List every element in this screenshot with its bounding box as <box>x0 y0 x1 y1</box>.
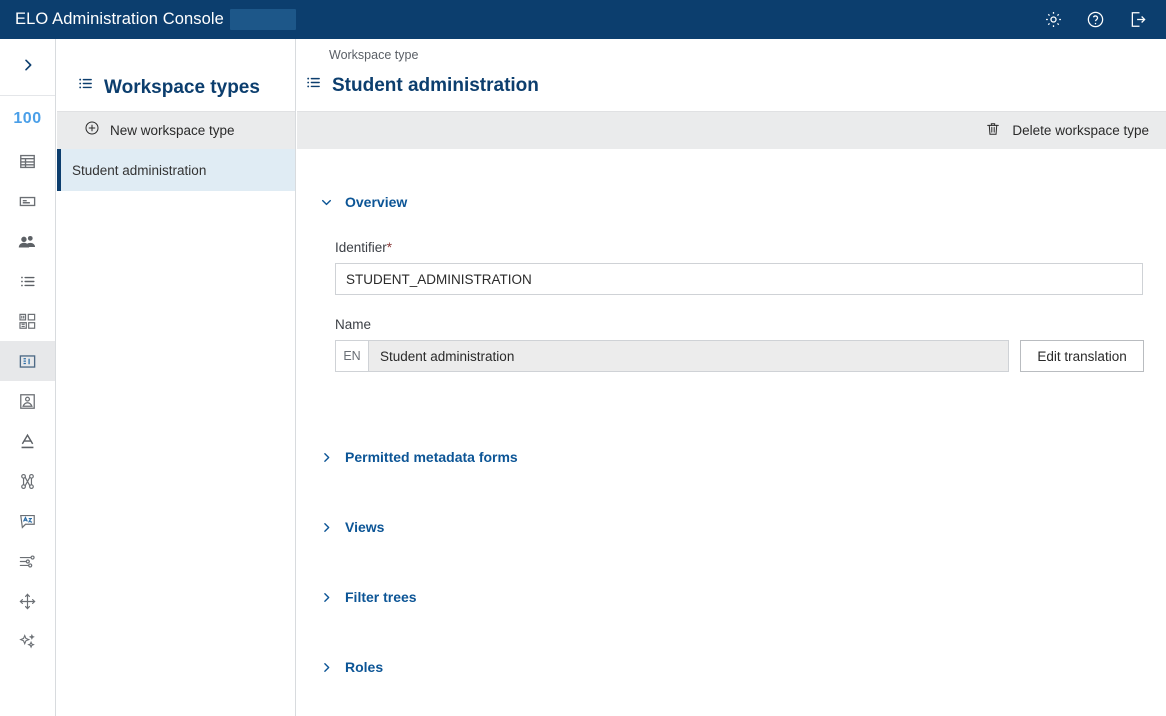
rail-item-sliders[interactable] <box>0 541 55 581</box>
hierarchy-icon <box>18 472 37 491</box>
redacted-tenant-label <box>229 9 296 30</box>
trash-icon <box>985 121 1001 140</box>
rail-item-hierarchy[interactable] <box>0 461 55 501</box>
main-header: Workspace type Student administration <box>297 39 1166 111</box>
table-icon <box>18 152 37 171</box>
section-permitted-metadata-forms[interactable]: Permitted metadata forms <box>320 449 1144 465</box>
chevron-right-icon <box>320 451 333 464</box>
workspace-types-icon <box>18 352 37 371</box>
text-format-icon <box>18 432 37 451</box>
form-content: Overview Identifier* Name EN Student adm… <box>297 194 1166 675</box>
rail-item-users[interactable] <box>0 221 55 261</box>
modules-icon <box>18 312 37 331</box>
identifier-label: Identifier* <box>335 240 1144 255</box>
identifier-required-marker: * <box>386 240 393 255</box>
identifier-field: Identifier* <box>335 240 1144 295</box>
name-field: Name EN Student administration Edit tran… <box>335 317 1144 372</box>
delete-workspace-type-button[interactable]: Delete workspace type <box>985 121 1149 140</box>
chevron-right-icon <box>320 591 333 604</box>
chevron-down-icon <box>320 196 333 209</box>
language-tag: EN <box>335 340 368 372</box>
identifier-input[interactable] <box>335 263 1143 295</box>
rail-item-table[interactable] <box>0 141 55 181</box>
rail-item-list[interactable] <box>0 261 55 301</box>
logout-icon <box>1128 10 1147 29</box>
chevron-right-icon <box>20 57 36 78</box>
panel-title: Workspace types <box>104 77 260 98</box>
delete-workspace-type-label: Delete workspace type <box>1012 123 1149 138</box>
workspace-types-panel-header: Workspace types <box>57 39 295 111</box>
section-views-title: Views <box>345 519 385 535</box>
list-item[interactable]: Student administration <box>57 149 295 191</box>
users-icon <box>18 232 37 251</box>
rail-version-badge: 100 <box>13 109 42 127</box>
settings-button[interactable] <box>1038 5 1068 35</box>
move-icon <box>18 592 37 611</box>
icon-rail: 100 <box>0 39 56 716</box>
section-roles[interactable]: Roles <box>320 659 1144 675</box>
question-circle-icon <box>1086 10 1105 29</box>
main-toolbar: Delete workspace type <box>297 111 1166 149</box>
rail-item-sparkle[interactable] <box>0 621 55 661</box>
rail-item-text-format[interactable] <box>0 421 55 461</box>
rail-item-modules[interactable] <box>0 301 55 341</box>
name-language-group: EN Student administration <box>335 340 1010 372</box>
section-overview-header[interactable]: Overview <box>320 194 1144 210</box>
name-row: EN Student administration Edit translati… <box>335 340 1144 372</box>
section-overview-title: Overview <box>345 194 408 210</box>
section-filter-trees-title: Filter trees <box>345 589 417 605</box>
workspace-types-panel: Workspace types New workspace type Stude… <box>57 39 296 716</box>
gear-icon <box>1044 10 1063 29</box>
app-title: ELO Administration Console <box>15 10 224 28</box>
rail-item-move[interactable] <box>0 581 55 621</box>
translation-icon <box>18 512 37 531</box>
new-workspace-type-label: New workspace type <box>110 123 235 138</box>
main-content: Workspace type Student administration De… <box>297 39 1166 716</box>
rail-item-workspace-types[interactable] <box>0 341 55 381</box>
rail-item-translation[interactable] <box>0 501 55 541</box>
breadcrumb: Workspace type <box>329 48 419 62</box>
name-value[interactable]: Student administration <box>368 340 1010 372</box>
name-label: Name <box>335 317 372 332</box>
image-placeholder-icon <box>18 392 37 411</box>
chevron-right-icon <box>320 521 333 534</box>
sliders-icon <box>18 552 37 571</box>
list-item-label: Student administration <box>72 162 207 178</box>
page-title: Student administration <box>332 74 539 96</box>
card-icon <box>18 192 37 211</box>
list-icon <box>77 75 94 97</box>
rail-item-list <box>0 141 55 661</box>
section-roles-title: Roles <box>345 659 384 675</box>
section-permitted-metadata-forms-title: Permitted metadata forms <box>345 449 518 465</box>
top-bar-actions <box>1038 5 1166 35</box>
list-icon <box>305 74 322 96</box>
section-filter-trees[interactable]: Filter trees <box>320 589 1144 605</box>
edit-translation-button[interactable]: Edit translation <box>1020 340 1144 372</box>
help-button[interactable] <box>1080 5 1110 35</box>
rail-expand-button[interactable] <box>0 39 55 96</box>
top-bar: ELO Administration Console <box>0 0 1166 39</box>
identifier-label-text: Identifier <box>335 240 387 255</box>
list-icon <box>18 272 37 291</box>
chevron-right-icon <box>320 661 333 674</box>
plus-circle-icon <box>84 120 100 141</box>
rail-item-image-placeholder[interactable] <box>0 381 55 421</box>
logout-button[interactable] <box>1122 5 1152 35</box>
page-title-row: Student administration <box>305 74 1166 96</box>
new-workspace-type-button[interactable]: New workspace type <box>57 111 295 149</box>
section-overview: Overview Identifier* Name EN Student adm… <box>320 194 1144 372</box>
sparkle-icon <box>18 632 37 651</box>
rail-item-card[interactable] <box>0 181 55 221</box>
section-views[interactable]: Views <box>320 519 1144 535</box>
